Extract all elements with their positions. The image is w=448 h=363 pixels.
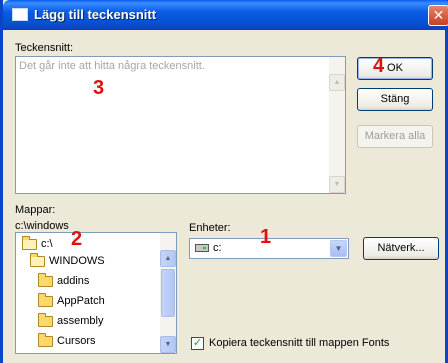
folders-scroll-thumb[interactable] — [161, 269, 175, 317]
current-path: c:\windows — [15, 220, 69, 232]
folder-item-label: c:\ — [41, 238, 53, 250]
folder-item-label: Cursors — [57, 335, 96, 347]
folder-item-label: assembly — [57, 315, 104, 327]
folder-item[interactable]: Cursors — [38, 332, 96, 349]
folders-scroll-up-button[interactable]: ▲ — [160, 250, 176, 267]
folder-icon — [38, 292, 53, 307]
copy-fonts-checkbox[interactable]: ✓ — [191, 337, 204, 350]
annotation-marker-1: 1 — [260, 226, 272, 248]
fonts-list[interactable]: Det går inte att hitta några teckensnitt… — [15, 56, 346, 194]
ok-button[interactable]: OK — [357, 57, 433, 80]
fonts-label: Teckensnitt: — [15, 42, 74, 54]
open-folder-icon — [22, 235, 37, 250]
annotation-marker-3: 3 — [93, 77, 105, 99]
drive-selected-label: c: — [213, 242, 222, 254]
folders-label: Mappar: — [15, 204, 56, 216]
folder-item-label: WINDOWS — [49, 255, 105, 267]
drive-icon — [195, 244, 209, 253]
window-title: Lägg till teckensnitt — [34, 7, 157, 22]
folders-scrollbar[interactable]: ▲ ▼ — [160, 233, 176, 353]
folder-item[interactable]: assembly — [38, 312, 104, 329]
folder-item[interactable]: AppPatch — [38, 292, 105, 309]
copy-fonts-label: Kopiera teckensnitt till mappen Fonts — [209, 337, 390, 349]
close-button[interactable]: Stäng — [357, 88, 433, 111]
drives-label: Enheter: — [189, 222, 231, 234]
folders-scroll-down-button[interactable]: ▼ — [160, 336, 176, 353]
annotation-marker-4: 4 — [373, 55, 385, 77]
fonts-empty-message: Det går inte att hitta några teckensnitt… — [19, 60, 205, 72]
dialog-window: Lägg till teckensnitt ✕ Teckensnitt: Det… — [0, 0, 448, 363]
folder-icon — [38, 272, 53, 287]
window-icon — [12, 8, 28, 21]
folders-tree[interactable]: c:\ WINDOWS addins AppPatch assembly Cur… — [15, 232, 177, 354]
folder-icon — [38, 332, 53, 347]
folder-item-label: AppPatch — [57, 295, 105, 307]
open-folder-icon — [30, 252, 45, 267]
network-button[interactable]: Nätverk... — [363, 237, 439, 260]
select-all-button[interactable]: Markera alla — [357, 125, 433, 148]
fonts-scroll-down-button[interactable]: ▼ — [329, 176, 345, 193]
title-bar[interactable]: Lägg till teckensnitt ✕ — [3, 0, 448, 30]
folder-item[interactable]: addins — [38, 272, 90, 289]
folder-item[interactable]: WINDOWS — [30, 252, 105, 269]
folder-item[interactable]: c:\ — [22, 235, 53, 252]
fonts-scroll-up-button[interactable]: ▲ — [329, 74, 345, 91]
folder-icon — [38, 312, 53, 327]
drive-selected-value: c: — [195, 242, 222, 254]
folder-item-label: addins — [57, 275, 90, 287]
fonts-scrollbar[interactable]: ▲ ▼ — [329, 57, 345, 193]
annotation-marker-2: 2 — [71, 228, 83, 250]
close-window-button[interactable]: ✕ — [428, 5, 448, 26]
chevron-down-icon[interactable]: ▼ — [330, 240, 347, 257]
